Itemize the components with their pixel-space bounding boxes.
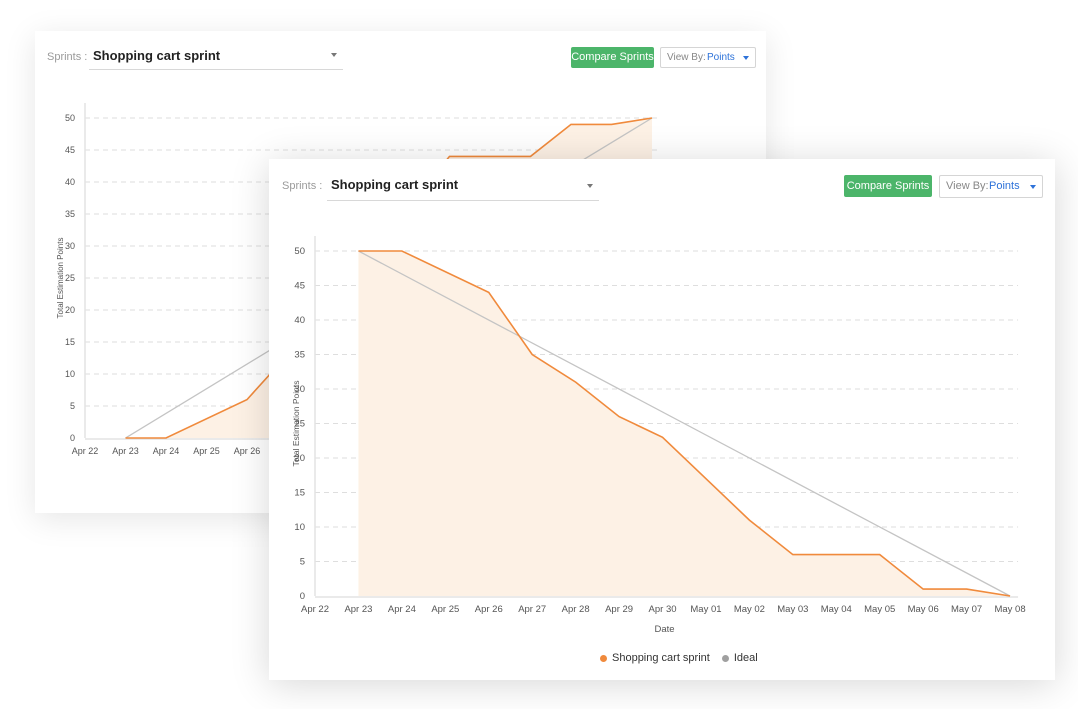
y-tick-label: 45 — [65, 145, 75, 155]
y-tick-label: 30 — [65, 241, 75, 251]
x-tick-label: May 02 — [734, 604, 765, 615]
x-tick-label: Apr 24 — [153, 446, 180, 456]
y-tick-label: 25 — [65, 273, 75, 283]
x-tick-label: May 04 — [821, 604, 852, 615]
y-tick-label: 15 — [65, 337, 75, 347]
x-axis-title: Date — [654, 624, 674, 635]
legend-label: Ideal — [733, 652, 758, 664]
x-tick-label: May 08 — [994, 604, 1025, 615]
legend-dot-sprint — [600, 654, 607, 662]
y-tick-label: 0 — [70, 433, 75, 443]
legend-item-ideal[interactable]: Ideal — [721, 652, 758, 664]
y-tick-label: 35 — [65, 209, 75, 219]
y-tick-label: 50 — [294, 246, 305, 257]
chart-legend: Shopping cart sprint Ideal — [600, 652, 758, 664]
x-tick-label: Apr 28 — [562, 604, 590, 615]
x-tick-label: Apr 24 — [388, 604, 416, 615]
front-burndown-panel: Sprints : Shopping cart sprint Compare S… — [269, 159, 1055, 680]
y-tick-label: 0 — [300, 591, 305, 602]
y-axis-title: Total Estimation Points — [291, 381, 301, 467]
y-tick-label: 10 — [294, 522, 305, 533]
y-tick-label: 40 — [65, 177, 75, 187]
x-tick-label: May 06 — [908, 604, 939, 615]
legend-item-sprint[interactable]: Shopping cart sprint — [600, 652, 710, 664]
x-tick-label: May 03 — [777, 604, 808, 615]
y-tick-label: 15 — [294, 488, 305, 499]
x-tick-label: Apr 22 — [72, 446, 99, 456]
x-tick-label: May 07 — [951, 604, 982, 615]
x-tick-label: Apr 23 — [344, 604, 372, 615]
x-tick-label: Apr 25 — [193, 446, 220, 456]
y-tick-label: 5 — [300, 557, 305, 568]
legend-label: Shopping cart sprint — [612, 652, 710, 664]
y-axis-title: Total Estimation Points — [56, 238, 65, 319]
legend-dot-ideal — [721, 654, 729, 662]
x-tick-label: Apr 22 — [301, 604, 329, 615]
y-tick-label: 50 — [65, 113, 75, 123]
x-tick-label: Apr 29 — [605, 604, 633, 615]
y-tick-label: 10 — [65, 369, 75, 379]
x-tick-label: Apr 23 — [112, 446, 139, 456]
x-tick-label: Apr 26 — [475, 604, 503, 615]
y-tick-label: 35 — [294, 350, 305, 361]
x-tick-label: Apr 30 — [649, 604, 677, 615]
y-tick-label: 40 — [294, 315, 305, 326]
x-tick-label: Apr 25 — [431, 604, 459, 615]
y-tick-label: 5 — [70, 401, 75, 411]
x-tick-label: May 01 — [690, 604, 721, 615]
y-tick-label: 45 — [294, 281, 305, 292]
x-tick-label: May 05 — [864, 604, 895, 615]
x-tick-label: Apr 26 — [234, 446, 261, 456]
x-tick-label: Apr 27 — [518, 604, 546, 615]
front-chart: 05101520253035404550Apr 22 Apr 23 Apr 24 Ap… — [291, 236, 1026, 635]
y-tick-label: 20 — [65, 305, 75, 315]
